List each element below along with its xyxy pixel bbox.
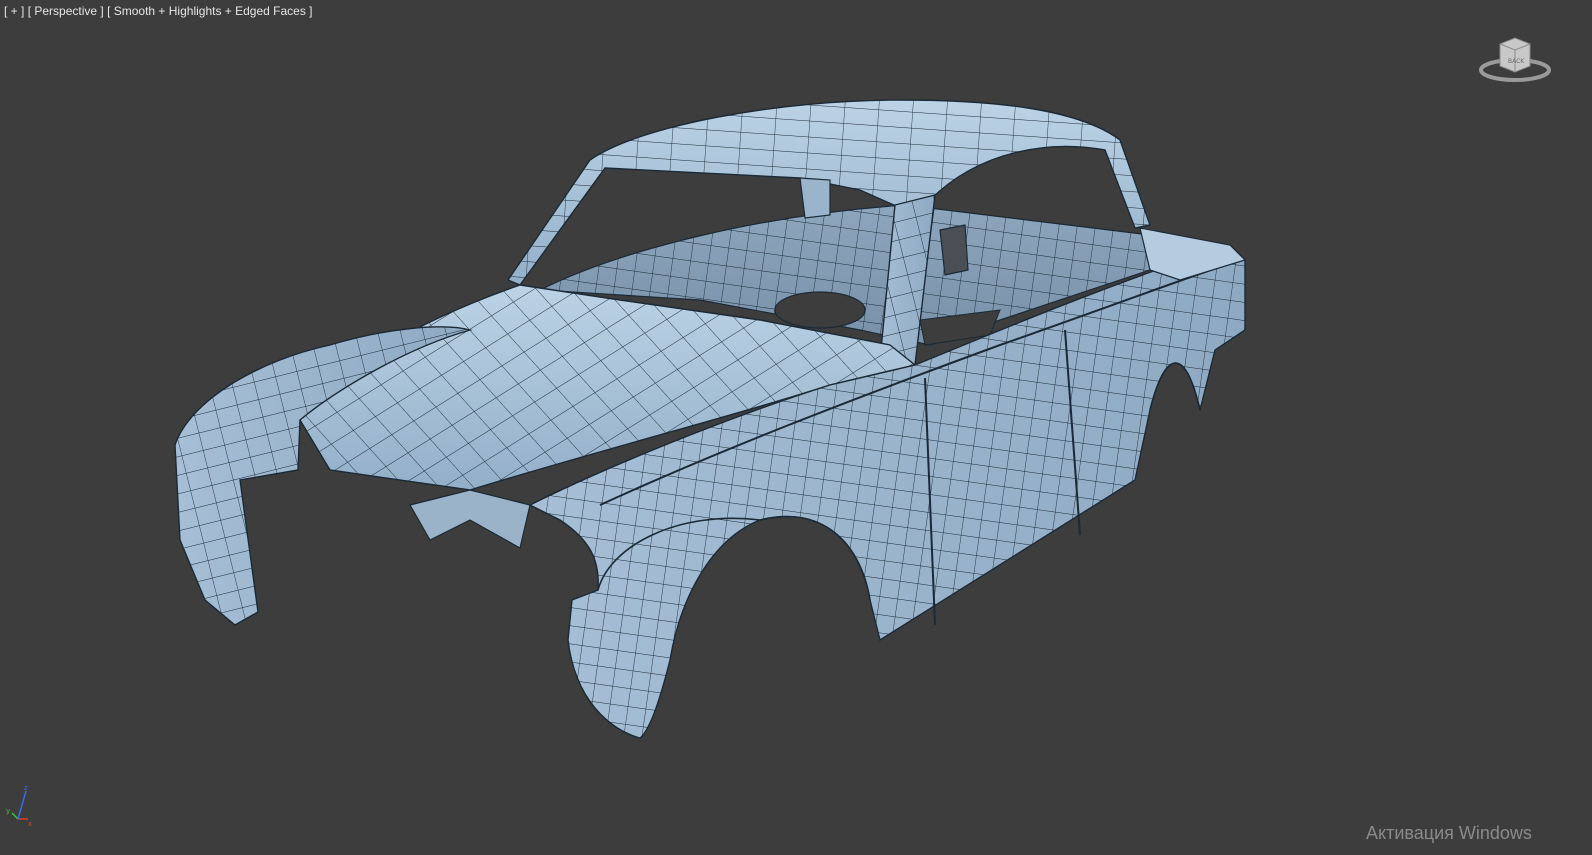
axis-y-label: y bbox=[6, 807, 10, 815]
axis-tripod-icon: z y x bbox=[4, 783, 38, 828]
windows-activation-watermark: Активация Windows bbox=[1366, 823, 1532, 843]
axis-z-label: z bbox=[24, 784, 28, 792]
viewcube-face-label: BACK bbox=[1508, 58, 1525, 65]
3d-viewport[interactable]: [ + ] [ Perspective ] [ Smooth + Highlig… bbox=[0, 0, 1592, 855]
front-grille-opening bbox=[409, 489, 531, 549]
axis-x-label: x bbox=[28, 820, 32, 827]
car-body-model[interactable] bbox=[0, 0, 1592, 855]
viewcube-icon[interactable]: BACK bbox=[1478, 30, 1554, 86]
